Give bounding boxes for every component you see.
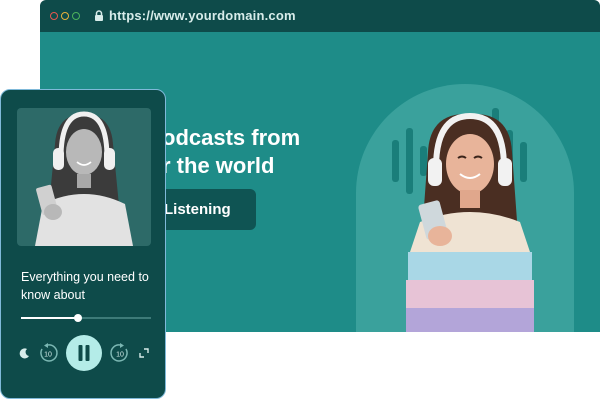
address-bar-url[interactable]: https://www.yourdomain.com <box>109 8 296 23</box>
close-window-dot[interactable] <box>50 12 58 20</box>
woman-with-headphones-image <box>406 112 534 332</box>
pause-icon <box>78 345 90 361</box>
pause-button[interactable] <box>66 335 102 371</box>
forward-10-icon[interactable]: 10 <box>109 342 131 364</box>
maximize-window-dot[interactable] <box>72 12 80 20</box>
hero-headline-line-1: odcasts from <box>162 125 301 150</box>
hero-headline-line-2: r the world <box>162 153 275 178</box>
expand-icon[interactable] <box>139 348 149 358</box>
track-title: Everything you need to know about <box>21 270 149 302</box>
progress-fill <box>21 317 79 319</box>
sleep-timer-moon-icon[interactable] <box>19 347 31 359</box>
forward-seconds-label: 10 <box>116 352 124 359</box>
track-cover-image <box>17 108 151 246</box>
playback-progress-bar[interactable] <box>21 314 151 322</box>
mobile-player: Everything you need to know about 10 10 <box>0 89 166 399</box>
minimize-window-dot[interactable] <box>61 12 69 20</box>
rewind-seconds-label: 10 <box>44 352 52 359</box>
lock-icon <box>92 9 106 23</box>
browser-toolbar: https://www.yourdomain.com <box>40 0 600 32</box>
progress-scrubber-handle[interactable] <box>74 314 83 322</box>
rewind-10-icon[interactable]: 10 <box>37 342 59 364</box>
hero-headline: odcasts from r the world <box>162 124 382 180</box>
